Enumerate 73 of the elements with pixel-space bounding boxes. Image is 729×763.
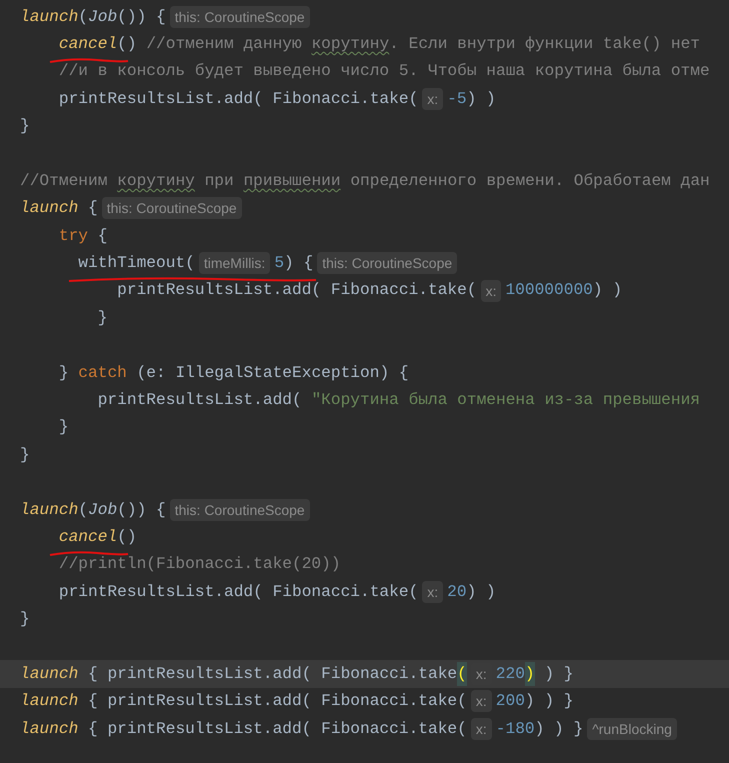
comment-text: определенного времени. Обработаем дан	[349, 170, 710, 192]
function-name: launch	[20, 6, 78, 28]
code-text: }	[58, 362, 70, 384]
inlay-hint: this: CoroutineScope	[317, 252, 458, 274]
code-text: withTimeout(	[77, 254, 195, 272]
code-text: { printResultsList.add( Fibonacci.take	[87, 664, 458, 685]
code-text: ) )	[466, 88, 496, 110]
matched-brace: )	[524, 662, 535, 686]
code-text: }	[96, 308, 108, 329]
comment-text: привышении	[243, 170, 341, 192]
code-text: ()) {	[117, 6, 166, 28]
function-name: launch	[20, 664, 78, 685]
code-text: { printResultsList.add( Fibonacci.take(	[87, 691, 467, 712]
code-text: printResultsList.add(	[96, 390, 303, 412]
inlay-hint: x:	[480, 280, 502, 302]
code-text: ()	[117, 34, 138, 55]
function-name: cancel	[58, 528, 118, 546]
keyword: try	[58, 226, 88, 247]
comment-text: //и в консоль будет выведено число 5. Чтобы наша корутина была отме	[58, 61, 710, 82]
function-name: launch	[20, 198, 78, 220]
inlay-hint: x:	[422, 580, 444, 603]
inlay-hint: this: CoroutineScope	[102, 197, 242, 220]
inlay-hint: x:	[422, 88, 444, 110]
comment-text: при	[204, 170, 235, 192]
code-text: (e: IllegalStateException) {	[136, 362, 409, 384]
code-text: ) )	[592, 280, 622, 302]
code-text: ) ) }	[534, 718, 584, 740]
function-name: launch	[20, 718, 78, 740]
inlay-hint: this: CoroutineScope	[170, 498, 310, 521]
code-text: ) ) }	[524, 691, 574, 712]
number-literal: 100000000	[505, 280, 593, 302]
code-text: ) )	[466, 582, 496, 603]
inlay-hint: x:	[470, 718, 492, 740]
comment-text: корутину	[117, 170, 195, 192]
code-text: printResultsList.add( Fibonacci.take(	[116, 280, 477, 302]
comment-text: //Отменим	[20, 170, 108, 192]
code-text: printResultsList.add( Fibonacci.take(	[58, 582, 418, 603]
code-text: ()	[117, 526, 137, 548]
code-text: Job	[88, 500, 118, 521]
keyword: catch	[78, 362, 127, 384]
number-literal: 220	[496, 664, 525, 685]
code-text: }	[58, 417, 69, 438]
code-text: {	[87, 198, 98, 220]
code-text: }	[20, 116, 30, 138]
code-text: { printResultsList.add( Fibonacci.take(	[87, 718, 467, 740]
string-literal: "Корутина была отменена из-за превышения	[311, 390, 700, 412]
inlay-hint: ^runBlocking	[587, 718, 677, 740]
code-text: (	[78, 500, 88, 521]
code-text: ) }	[543, 664, 574, 685]
number-literal: 200	[496, 691, 525, 712]
code-text: ()) {	[117, 500, 166, 521]
number-literal: -5	[447, 88, 467, 110]
inlay-hint: x:	[470, 690, 492, 712]
code-text: {	[96, 226, 108, 247]
function-name: cancel	[58, 34, 118, 53]
number-literal: -180	[496, 718, 535, 740]
function-name: launch	[20, 500, 78, 521]
inlay-hint: timeMillis:	[198, 252, 270, 274]
code-text: printResultsList.add( Fibonacci.take(	[58, 88, 418, 110]
comment-text: . Если внутри функции take() нет	[389, 34, 700, 55]
number-literal: 20	[447, 582, 467, 603]
code-text: (	[78, 6, 88, 28]
code-text: Job	[88, 6, 118, 28]
code-text: }	[20, 444, 30, 466]
matched-brace: (	[457, 662, 467, 686]
code-text: ) {	[284, 253, 314, 274]
code-text: }	[20, 609, 30, 630]
number-literal: 5	[274, 253, 284, 274]
comment-text: //println(Fibonacci.take(20))	[58, 554, 341, 576]
comment-text: //отменим данную	[146, 34, 303, 55]
comment-text: корутину	[311, 34, 390, 55]
inlay-hint: this: CoroutineScope	[170, 6, 310, 28]
function-name: launch	[20, 691, 78, 712]
